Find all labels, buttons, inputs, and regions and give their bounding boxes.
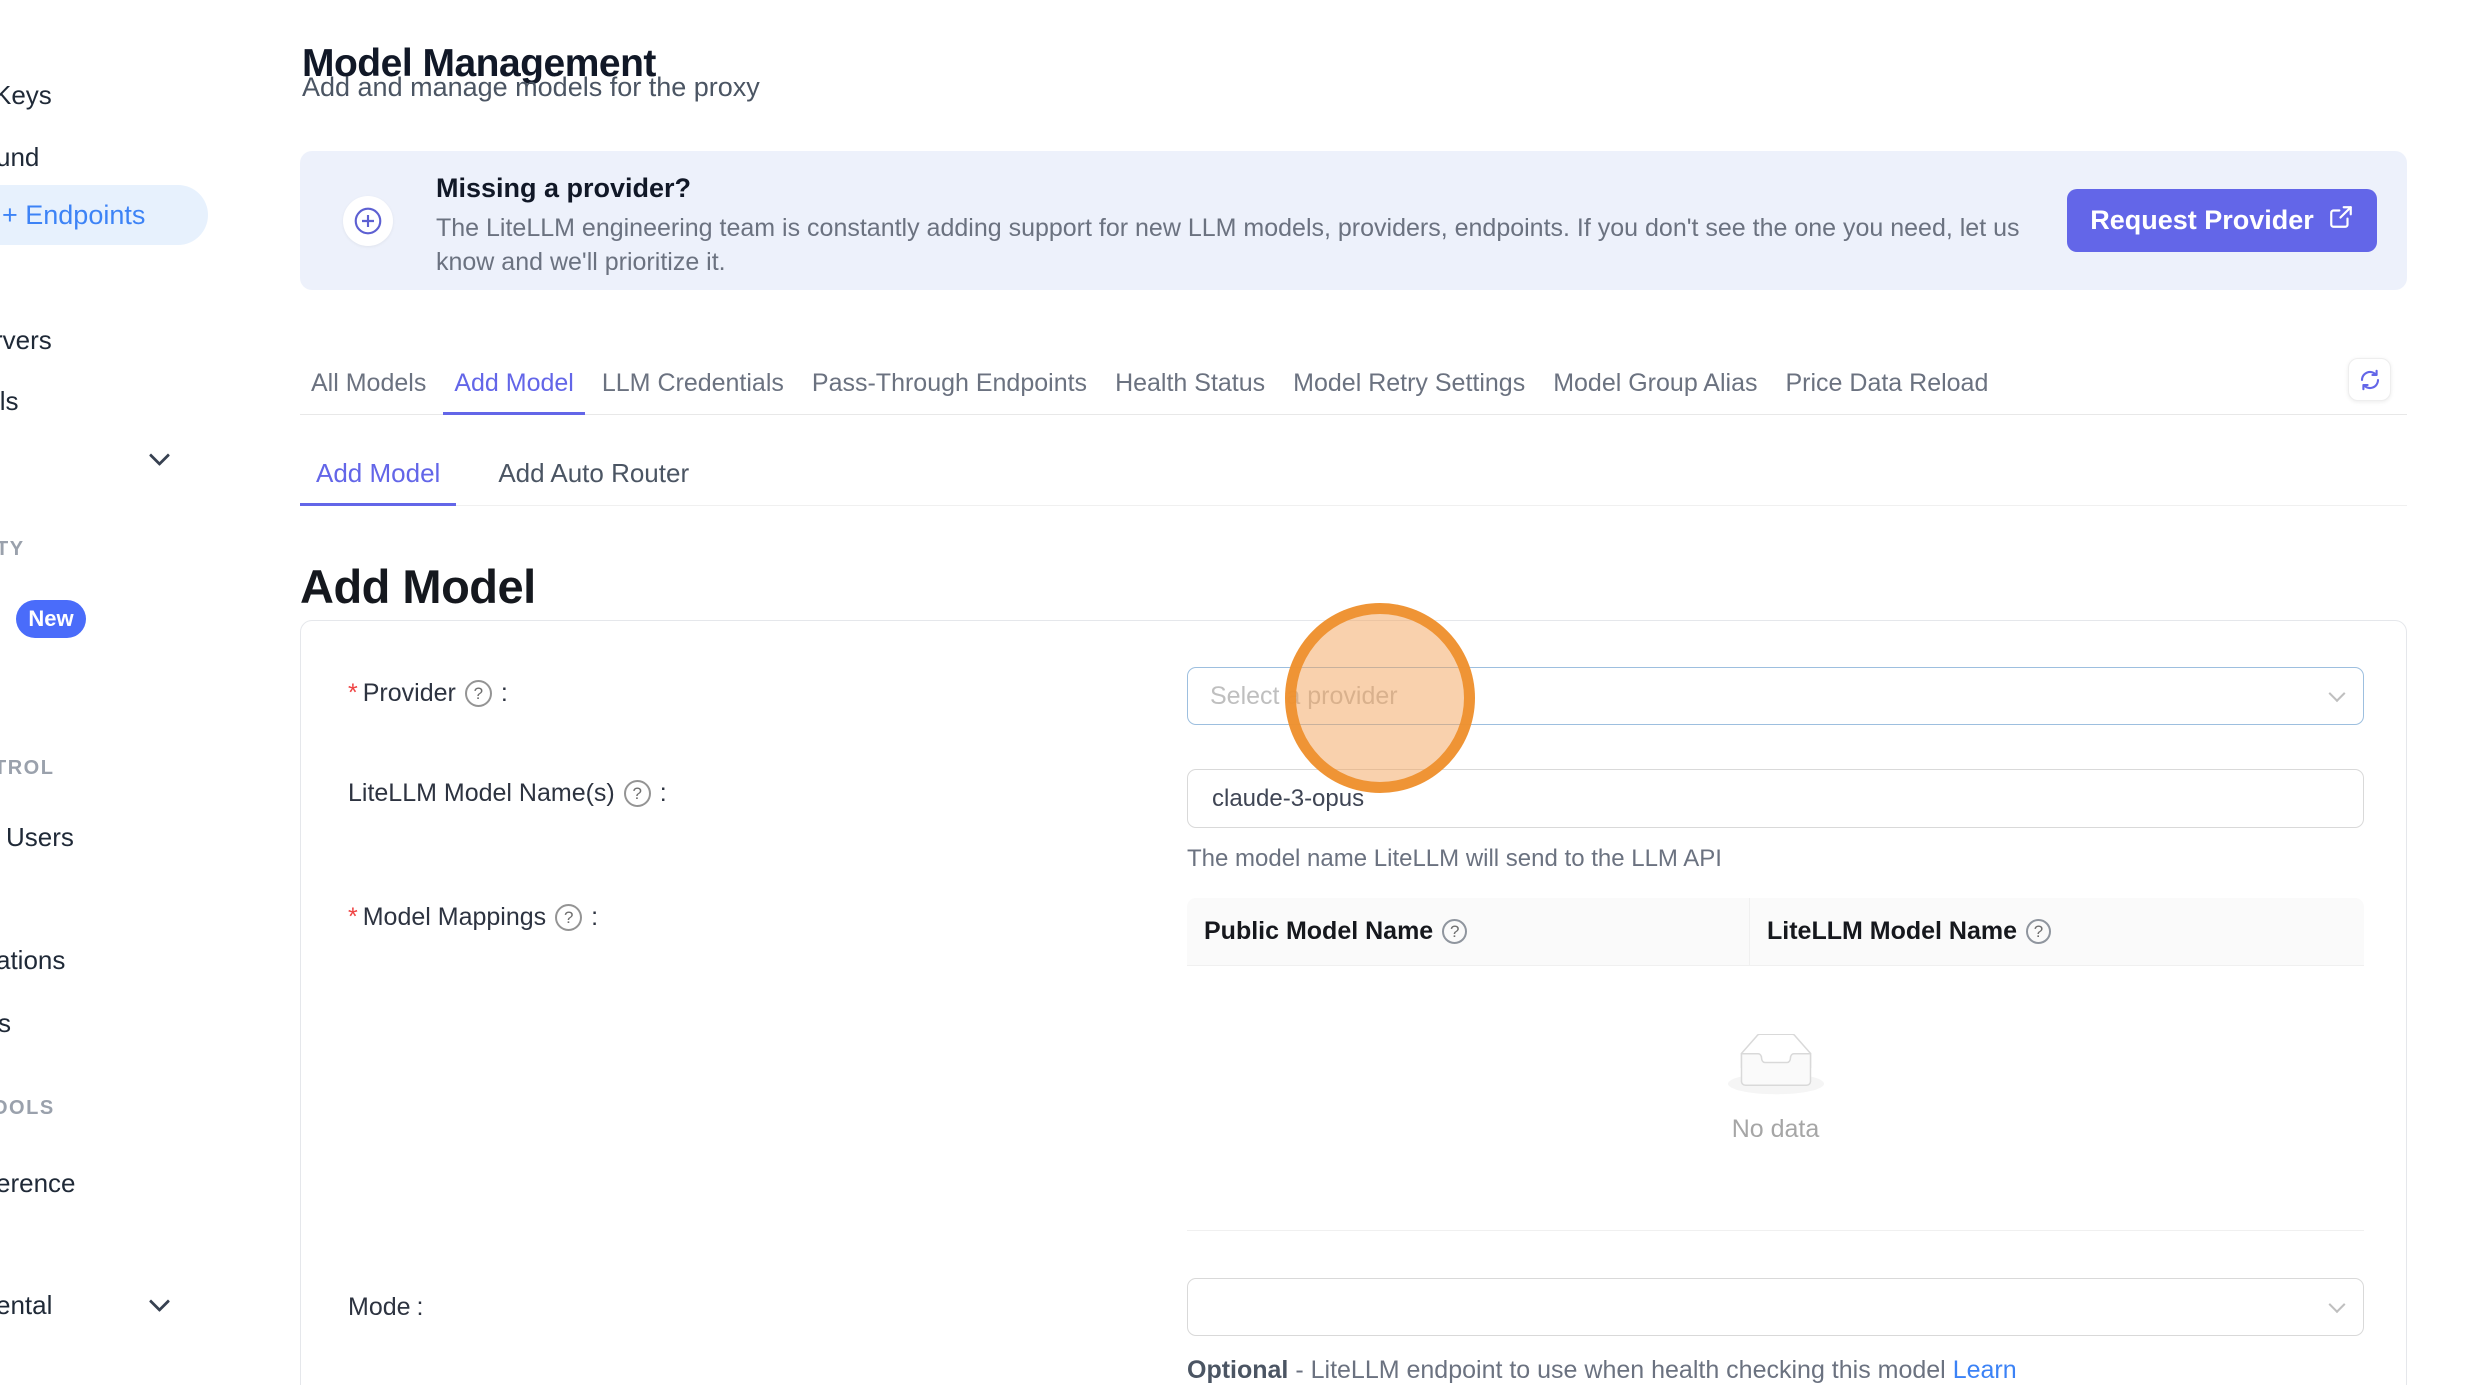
tab-health-status[interactable]: Health Status (1104, 360, 1276, 414)
learn-more-link[interactable]: Learn (1953, 1356, 2017, 1384)
sidebar-item-ils[interactable]: ils (0, 386, 19, 417)
help-icon[interactable] (624, 780, 651, 807)
model-name-label: LiteLLM Model Name(s) : (348, 779, 667, 808)
empty-inbox-icon (1728, 1034, 1824, 1096)
provider-label: * Provider : (348, 679, 508, 708)
refresh-icon (2358, 368, 2382, 392)
mappings-table-header: Public Model Name LiteLLM Model Name (1187, 898, 2364, 966)
sidebar-item-models-endpoints-label: + Endpoints (2, 200, 145, 231)
provider-placeholder: Select a provider (1210, 682, 1398, 711)
mode-helper-text: Optional - LiteLLM endpoint to use when … (1187, 1356, 2017, 1385)
subtab-add-auto-router[interactable]: Add Auto Router (482, 452, 705, 505)
help-icon[interactable] (2026, 919, 2051, 944)
sidebar-section-access-control: TROL (0, 757, 54, 780)
add-model-subtabs: Add Model Add Auto Router (300, 452, 2407, 506)
sidebar-item-internal-users[interactable]: Users (6, 822, 74, 853)
tab-price-data-reload[interactable]: Price Data Reload (1774, 360, 1999, 414)
refresh-button[interactable] (2348, 358, 2391, 401)
sidebar-section-tools: OOLS (0, 1097, 55, 1120)
litellm-model-name-column-header: LiteLLM Model Name (1750, 898, 2364, 965)
help-icon[interactable] (555, 904, 582, 931)
tab-add-model[interactable]: Add Model (443, 360, 585, 415)
model-tabs: All Models Add Model LLM Credentials Pas… (300, 360, 2407, 415)
missing-provider-banner: Missing a provider? The LiteLLM engineer… (300, 151, 2407, 290)
mode-label: Mode : (348, 1293, 424, 1322)
sidebar-item-virtual-keys[interactable]: Keys (0, 80, 52, 111)
empty-state: No data (1187, 1034, 2364, 1144)
new-badge: New (16, 600, 86, 638)
sidebar-item-teams[interactable]: s (0, 1008, 11, 1039)
sidebar-item-models-endpoints[interactable]: + Endpoints (0, 185, 208, 245)
provider-select[interactable]: Select a provider (1187, 667, 2364, 725)
add-model-heading: Add Model (300, 559, 536, 614)
mode-select[interactable] (1187, 1278, 2364, 1336)
sidebar-item-organizations[interactable]: ations (0, 945, 65, 976)
tab-model-group-alias[interactable]: Model Group Alias (1542, 360, 1768, 414)
tab-model-retry-settings[interactable]: Model Retry Settings (1282, 360, 1536, 414)
required-marker: * (348, 679, 358, 708)
chevron-down-icon (2329, 685, 2346, 702)
sidebar: Keys und + Endpoints rvers ils TY New TR… (0, 0, 240, 1385)
public-model-name-column-header: Public Model Name (1187, 898, 1750, 965)
chevron-down-icon[interactable] (149, 1291, 170, 1312)
model-mappings-table: Public Model Name LiteLLM Model Name (1187, 898, 2364, 1231)
help-icon[interactable] (1442, 919, 1467, 944)
no-data-text: No data (1187, 1115, 2364, 1144)
sidebar-item-servers[interactable]: rvers (0, 325, 52, 356)
add-model-form-card: * Provider : Select a provider LiteLLM M… (300, 620, 2407, 1385)
page-subtitle: Add and manage models for the proxy (302, 72, 760, 103)
provider-select-wrap: Select a provider (1187, 667, 2364, 725)
sidebar-section-label: TY (0, 538, 25, 561)
sidebar-item-reference[interactable]: erence (0, 1168, 76, 1199)
help-icon[interactable] (465, 680, 492, 707)
required-marker: * (348, 903, 358, 932)
chevron-down-icon (2329, 1296, 2346, 1313)
sidebar-item-playground[interactable]: und (0, 142, 39, 173)
request-provider-label: Request Provider (2090, 205, 2314, 236)
tab-pass-through-endpoints[interactable]: Pass-Through Endpoints (801, 360, 1098, 414)
app-window: Keys und + Endpoints rvers ils TY New TR… (0, 0, 2477, 1385)
external-link-icon (2328, 204, 2354, 237)
banner-body: The LiteLLM engineering team is constant… (436, 211, 2031, 279)
banner-title: Missing a provider? (436, 173, 691, 204)
model-name-helper: The model name LiteLLM will send to the … (1187, 845, 2364, 873)
plus-circle-icon (343, 196, 393, 246)
request-provider-button[interactable]: Request Provider (2067, 189, 2377, 252)
subtab-add-model[interactable]: Add Model (300, 452, 456, 506)
model-mappings-label: * Model Mappings : (348, 903, 598, 932)
model-name-input[interactable]: claude-3-opus (1187, 769, 2364, 828)
mappings-table-body: No data (1187, 966, 2364, 1231)
model-name-input-wrap: claude-3-opus (1187, 769, 2364, 828)
mode-select-wrap (1187, 1278, 2364, 1336)
tab-llm-credentials[interactable]: LLM Credentials (591, 360, 795, 414)
tab-all-models[interactable]: All Models (300, 360, 437, 414)
sidebar-item-experimental[interactable]: ental (0, 1290, 52, 1321)
chevron-down-icon[interactable] (149, 445, 170, 466)
